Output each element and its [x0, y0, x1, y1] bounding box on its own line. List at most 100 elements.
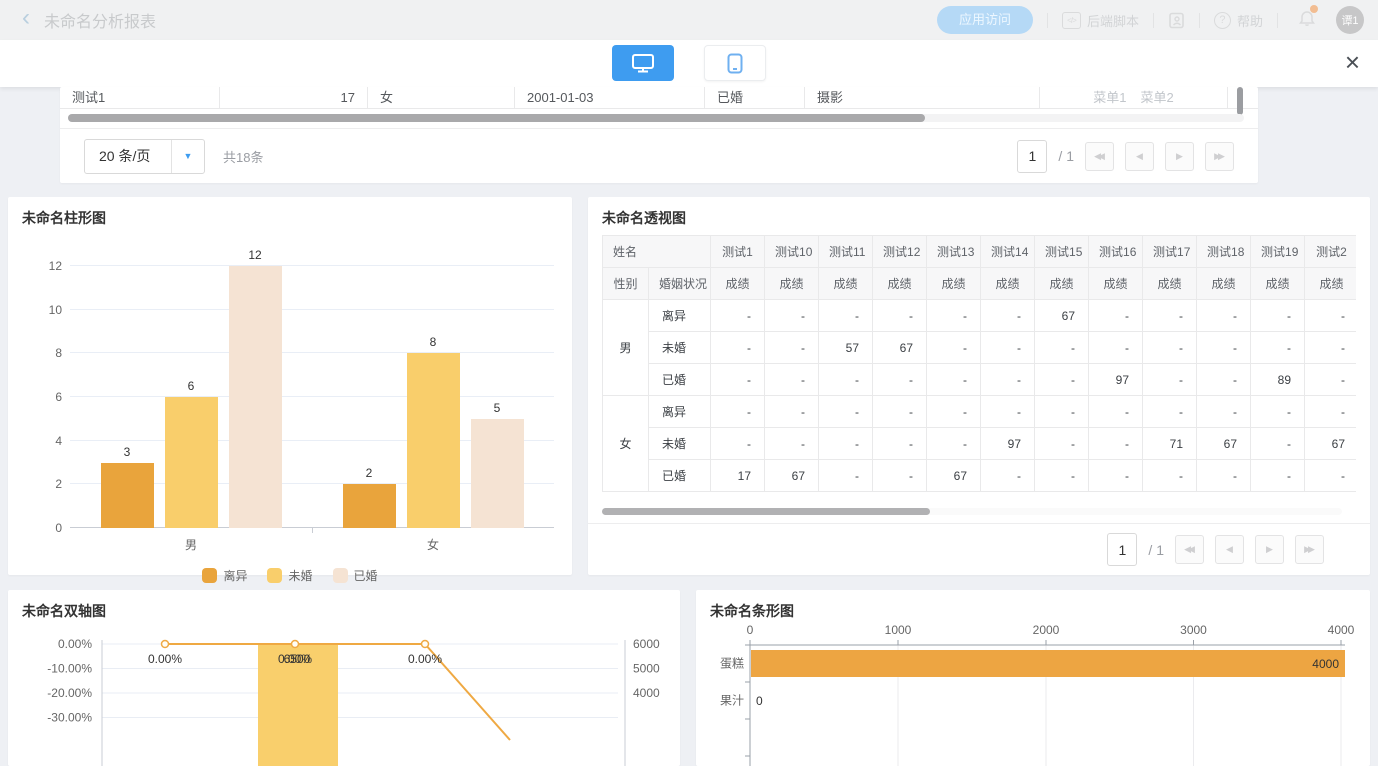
y-tick-label: 10 [22, 303, 62, 317]
pivot-value-cell: 67 [1197, 428, 1251, 460]
bar-value-label: 0 [756, 694, 763, 708]
bar-group: 285 [312, 266, 554, 528]
pivot-column-header: 测试17 [1143, 236, 1197, 268]
pivot-value-cell: - [711, 364, 765, 396]
pivot-value-cell: - [1035, 332, 1089, 364]
pivot-row: 已婚-------97--89-- [603, 364, 1357, 396]
pivot-page-input[interactable] [1107, 533, 1137, 566]
pivot-value-cell: - [981, 364, 1035, 396]
pivot-last-page-button[interactable]: ▶▶ [1295, 535, 1324, 564]
cell-marital: 已婚 [705, 87, 805, 108]
table-row: 测试1 17 女 2001-01-03 已婚 摄影 菜单1 菜单2 [60, 87, 1258, 109]
pivot-value-cell: - [1089, 428, 1143, 460]
next-page-button[interactable]: ▶ [1165, 142, 1194, 171]
pivot-dim-header: 婚姻状况 [649, 268, 711, 300]
backend-script-button[interactable]: </> 后端脚本 [1062, 11, 1139, 30]
pivot-row: 已婚1767--67-------- [603, 460, 1357, 492]
right-axis-tick-label: 6000 [633, 637, 660, 651]
pivot-gender-cell: 男 [603, 300, 649, 396]
pivot-next-page-button[interactable]: ▶ [1255, 535, 1284, 564]
category-label: 蛋糕 [720, 657, 744, 671]
menu-link-1[interactable]: 菜单1 [1093, 87, 1126, 108]
pivot-corner-header: 姓名 [603, 236, 711, 268]
pivot-value-cell: - [1251, 396, 1305, 428]
bar-value-label: 2 [343, 466, 396, 480]
bar [229, 266, 282, 528]
legend-item[interactable]: 离异 [202, 567, 247, 584]
vertical-scrollbar[interactable] [1237, 87, 1243, 115]
pivot-column-header: 测试12 [873, 236, 927, 268]
bar-group: 3612 [70, 266, 312, 528]
legend-item[interactable]: 已婚 [333, 567, 378, 584]
pivot-value-cell: - [927, 428, 981, 460]
pivot-value-cell: - [1305, 364, 1356, 396]
help-button[interactable]: ? 帮助 [1214, 11, 1263, 30]
x-category-label: 女 [312, 536, 554, 553]
pivot-value-cell: - [1305, 300, 1356, 332]
first-page-icon: ◀◀ [1184, 544, 1192, 555]
pivot-status-cell: 未婚 [649, 428, 711, 460]
pivot-status-cell: 已婚 [649, 460, 711, 492]
next-page-icon: ▶ [1266, 544, 1273, 555]
mobile-view-button[interactable] [704, 45, 766, 81]
app-access-button[interactable]: 应用访问 [937, 6, 1033, 34]
pivot-value-cell: - [873, 460, 927, 492]
hbar-panel: 未命名条形图 01000200030004000蛋糕4000果汁0 [696, 590, 1370, 766]
pivot-value-cell: - [819, 460, 873, 492]
pivot-table: 姓名测试1测试10测试11测试12测试13测试14测试15测试16测试17测试1… [602, 235, 1356, 501]
pivot-hscrollbar-track [602, 508, 1342, 515]
page-size-select[interactable]: 20 条/页 ▼ [84, 139, 205, 174]
right-axis-tick-label: 4000 [633, 686, 660, 700]
pivot-page-total-label: / 1 [1148, 542, 1164, 558]
x-tick-label: 4000 [1328, 623, 1355, 637]
bar-wrap: 12 [229, 266, 282, 528]
first-page-button[interactable]: ◀◀ [1085, 142, 1114, 171]
legend-item[interactable]: 未婚 [267, 567, 312, 584]
pivot-value-cell: - [1197, 364, 1251, 396]
pivot-value-cell: 67 [1035, 300, 1089, 332]
pivot-value-cell: - [873, 300, 927, 332]
cell-name: 测试1 [60, 87, 220, 108]
last-page-button[interactable]: ▶▶ [1205, 142, 1234, 171]
pivot-value-cell: - [1143, 364, 1197, 396]
page-input[interactable] [1017, 140, 1047, 173]
pivot-prev-page-button[interactable]: ◀ [1215, 535, 1244, 564]
bar-wrap: 6 [165, 266, 218, 528]
x-tick-label: 3000 [1180, 623, 1207, 637]
line-value-label: 0.00% [148, 652, 182, 666]
bar-groups: 3612285 [70, 266, 554, 528]
pivot-value-cell: 17 [711, 460, 765, 492]
pivot-value-cell: 67 [927, 460, 981, 492]
pivot-value-cell: - [873, 396, 927, 428]
prev-page-button[interactable]: ◀ [1125, 142, 1154, 171]
pivot-value-cell: - [1089, 300, 1143, 332]
bar [101, 463, 154, 529]
y-tick-label: 2 [22, 477, 62, 491]
desktop-view-button[interactable] [612, 45, 674, 81]
menu-link-2[interactable]: 菜单2 [1141, 87, 1174, 108]
app-bar: ‹ 未命名分析报表 应用访问 </> 后端脚本 ? 帮助 谭1 [0, 0, 1378, 40]
back-icon[interactable]: ‹ [22, 6, 30, 30]
pivot-measure-header: 成绩 [1251, 268, 1305, 300]
caret-down-icon: ▼ [184, 151, 193, 161]
left-axis-tick-label: 0.00% [58, 637, 92, 651]
legend-swatch [202, 568, 217, 583]
pivot-value-cell: - [1197, 396, 1251, 428]
pivot-value-cell: - [1305, 460, 1356, 492]
close-icon[interactable]: × [1345, 49, 1360, 75]
pivot-hscrollbar-thumb[interactable] [602, 508, 930, 515]
y-tick-label: 0 [22, 521, 62, 535]
avatar[interactable]: 谭1 [1336, 6, 1364, 34]
contacts-icon [1168, 12, 1185, 29]
pivot-first-page-button[interactable]: ◀◀ [1175, 535, 1204, 564]
pivot-measure-header: 成绩 [927, 268, 981, 300]
horizontal-scrollbar-track [68, 114, 1244, 122]
legend-swatch [267, 568, 282, 583]
contacts-button[interactable] [1168, 12, 1185, 29]
horizontal-scrollbar-thumb[interactable] [68, 114, 925, 122]
pivot-row: 女离异------------- [603, 396, 1357, 428]
pivot-value-cell: 97 [1089, 364, 1143, 396]
bar-wrap: 8 [407, 266, 460, 528]
notifications-button[interactable] [1298, 8, 1316, 32]
pivot-value-cell: - [765, 332, 819, 364]
